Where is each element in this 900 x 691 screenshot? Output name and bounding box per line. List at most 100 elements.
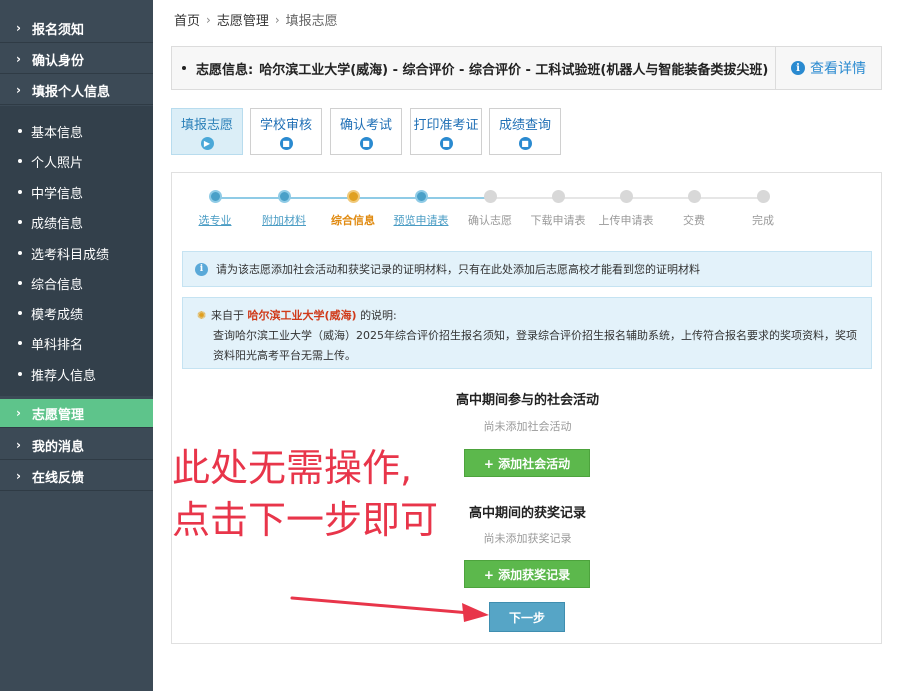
- application-info: 志愿信息: 哈尔滨工业大学(威海) - 综合评价 - 综合评价 - 工科试验班(…: [172, 59, 775, 78]
- instructions-prefix: 来自于: [211, 309, 244, 322]
- sidebar-subitem-label: 综合信息: [31, 277, 84, 293]
- sidebar-subitem-mock-scores[interactable]: 模考成绩: [0, 298, 153, 328]
- lock-icon: ■: [279, 136, 293, 150]
- bullet-icon: [18, 341, 22, 345]
- step-label: 附加材料: [262, 214, 306, 227]
- step-upload-form: 上传申请表: [591, 190, 661, 228]
- chevron-right-icon: ›: [274, 12, 280, 27]
- bullet-icon: [18, 129, 22, 133]
- step-confirm-application: 确认志愿: [455, 190, 525, 228]
- step-complete: 完成: [728, 190, 798, 228]
- step-dot: [346, 190, 360, 203]
- step-label: 上传申请表: [598, 214, 654, 227]
- step-label: 选专业: [198, 214, 232, 227]
- sidebar-item-notice[interactable]: › 报名须知: [0, 14, 153, 43]
- bullet-icon: [18, 281, 22, 285]
- step-attachments[interactable]: 附加材料: [249, 190, 319, 228]
- step-download-form: 下载申请表: [523, 190, 593, 228]
- chevron-right-icon: ›: [16, 469, 21, 483]
- tab-label: 填报志愿: [180, 117, 233, 133]
- tab-confirm-exam[interactable]: 确认考试 ■: [330, 108, 402, 155]
- sidebar-item-label: 志愿管理: [32, 407, 85, 423]
- step-label: 交费: [683, 214, 705, 227]
- step-dot: [208, 190, 222, 203]
- sidebar-subitem-label: 单科排名: [31, 337, 84, 353]
- step-label: 确认志愿: [468, 214, 512, 227]
- application-info-value: 哈尔滨工业大学(威海) - 综合评价 - 综合评价 - 工科试验班(机器人与智能…: [259, 62, 769, 78]
- step-select-major[interactable]: 选专业: [180, 190, 250, 228]
- chevron-right-icon: ›: [16, 21, 21, 35]
- step-label: 综合信息: [331, 214, 375, 227]
- sidebar-subitem-label: 个人照片: [31, 155, 84, 171]
- application-info-bar: 志愿信息: 哈尔滨工业大学(威海) - 综合评价 - 综合评价 - 工科试验班(…: [171, 46, 882, 90]
- page: › 报名须知 › 确认身份 › 填报个人信息 基本信息 个人照片 中学信息 成绩…: [0, 0, 900, 691]
- sidebar-item-messages[interactable]: › 我的消息: [0, 431, 153, 460]
- bullet-icon: [18, 190, 22, 194]
- sidebar-subitem-elective-scores[interactable]: 选考科目成绩: [0, 238, 153, 268]
- sidebar-item-feedback[interactable]: › 在线反馈: [0, 462, 153, 491]
- sidebar-item-application-management[interactable]: › 志愿管理: [0, 399, 153, 428]
- sidebar-item-label: 在线反馈: [32, 470, 85, 486]
- step-dot: [756, 190, 770, 203]
- step-payment: 交费: [659, 190, 729, 228]
- application-info-label: 志愿信息:: [196, 62, 254, 78]
- chevron-right-icon: ›: [16, 52, 21, 66]
- main-panel: 选专业 附加材料 综合信息 预览申请表 确认志愿 下载申请表 上传申请表 交费: [171, 172, 882, 644]
- bullet-icon: [18, 159, 22, 163]
- breadcrumb-home[interactable]: 首页: [174, 10, 200, 29]
- sidebar-subitem-subject-ranking[interactable]: 单科排名: [0, 328, 153, 358]
- instructions-suffix: 的说明:: [360, 309, 397, 322]
- sidebar-item-label: 我的消息: [32, 439, 85, 455]
- chevron-right-icon: ›: [16, 406, 21, 420]
- step-comprehensive-info[interactable]: 综合信息: [318, 190, 388, 228]
- lock-icon: ■: [439, 136, 453, 150]
- info-icon: i: [791, 61, 805, 75]
- step-label: 完成: [752, 214, 774, 227]
- bullet-icon: [18, 372, 22, 376]
- evidence-notice-text: 请为该志愿添加社会活动和获奖记录的证明材料，只有在此处添加后志愿高校才能看到您的…: [216, 263, 700, 276]
- play-icon: ▶: [200, 136, 214, 150]
- sidebar-subitem-referrer[interactable]: 推荐人信息: [0, 359, 153, 389]
- sidebar-item-personal-info[interactable]: › 填报个人信息: [0, 76, 153, 105]
- sidebar-subitem-label: 选考科目成绩: [31, 247, 110, 263]
- step-dot: [687, 190, 701, 203]
- tab-score-query[interactable]: 成绩查询 ■: [489, 108, 561, 155]
- sidebar-subitem-photo[interactable]: 个人照片: [0, 146, 153, 176]
- breadcrumb-section[interactable]: 志愿管理: [217, 10, 269, 29]
- tab-label: 打印准考证: [413, 117, 479, 133]
- view-details-button[interactable]: i 查看详情: [775, 47, 881, 89]
- school-instructions: ✺ 来自于 哈尔滨工业大学(威海) 的说明: 查询哈尔滨工业大学（威海）2025年…: [182, 297, 872, 369]
- annotation-line-1: 此处无需操作,: [172, 446, 413, 490]
- chevron-right-icon: ›: [206, 12, 211, 27]
- tab-label: 学校审核: [259, 117, 312, 133]
- breadcrumb-current: 填报志愿: [285, 14, 338, 29]
- school-instructions-header: ✺ 来自于 哈尔滨工业大学(威海) 的说明:: [197, 306, 859, 326]
- instructions-body: 查询哈尔滨工业大学（威海）2025年综合评价招生报名须知，登录综合评价招生报名辅…: [213, 329, 857, 362]
- sidebar-subitem-comprehensive-info[interactable]: 综合信息: [0, 268, 153, 298]
- sidebar-subitem-label: 推荐人信息: [31, 368, 97, 384]
- bullet-icon: [18, 251, 22, 255]
- tab-fill-application[interactable]: 填报志愿 ▶: [171, 108, 243, 155]
- sidebar-item-label: 填报个人信息: [32, 84, 111, 100]
- chevron-right-icon: ›: [16, 438, 21, 452]
- lock-icon: ■: [518, 136, 532, 150]
- tab-label: 成绩查询: [498, 117, 551, 133]
- bullet-icon: [182, 66, 186, 70]
- step-label: 下载申请表: [530, 214, 586, 227]
- sidebar-subitem-scores[interactable]: 成绩信息: [0, 207, 153, 237]
- sidebar-subitem-basic-info[interactable]: 基本信息: [0, 116, 153, 146]
- next-step-button[interactable]: 下一步: [489, 602, 565, 632]
- add-award-button[interactable]: + 添加获奖记录: [464, 560, 590, 588]
- sidebar-item-confirm-identity[interactable]: › 确认身份: [0, 45, 153, 74]
- bullet-icon: [18, 220, 22, 224]
- lock-icon: ■: [359, 136, 373, 150]
- step-preview-form[interactable]: 预览申请表: [386, 190, 456, 228]
- sidebar-item-label: 报名须知: [32, 22, 85, 38]
- step-dot: [483, 190, 497, 203]
- lightbulb-icon: ✺: [197, 309, 207, 322]
- tab-school-review[interactable]: 学校审核 ■: [250, 108, 322, 155]
- bullet-icon: [18, 311, 22, 315]
- add-social-activity-button[interactable]: + 添加社会活动: [464, 449, 590, 477]
- tab-print-admission[interactable]: 打印准考证 ■: [410, 108, 482, 155]
- sidebar-subitem-school-info[interactable]: 中学信息: [0, 177, 153, 207]
